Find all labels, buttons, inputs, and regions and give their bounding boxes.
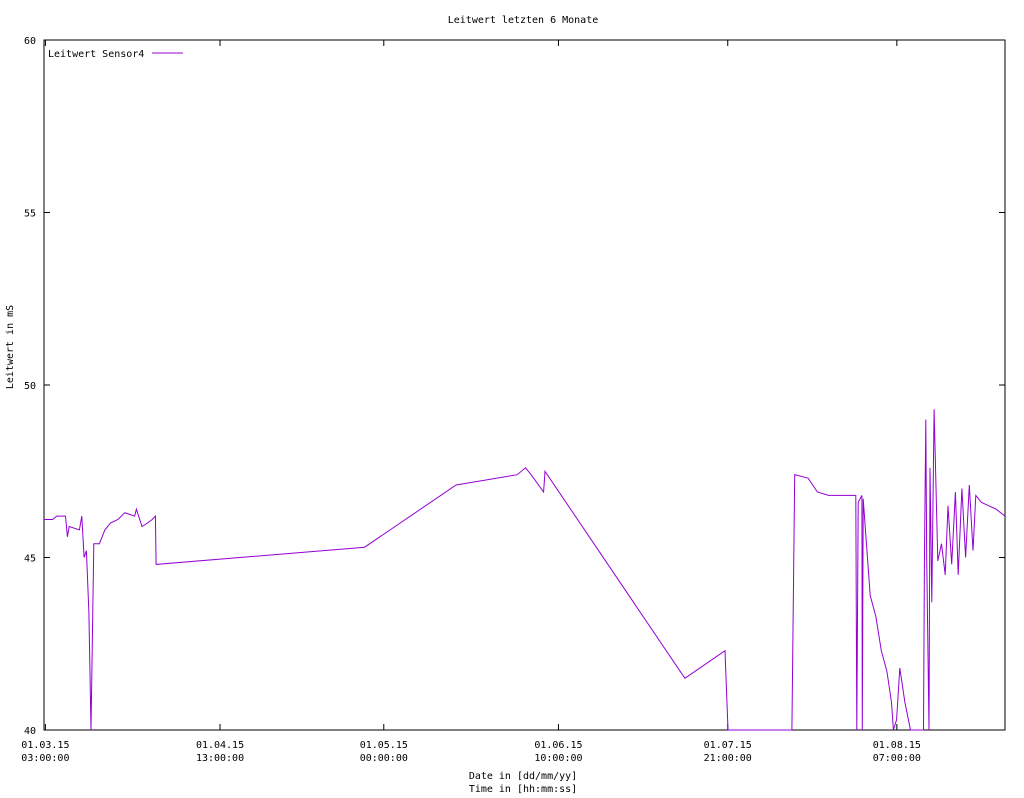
legend-label: Leitwert Sensor4 xyxy=(48,49,144,60)
x-tick-label-date: 01.03.15 xyxy=(21,740,69,751)
x-tick-label-time: 21:00:00 xyxy=(704,753,752,764)
x-axis-label-time: Time in [hh:mm:ss] xyxy=(469,784,577,795)
y-tick-label: 40 xyxy=(24,726,36,737)
y-tick-label: 55 xyxy=(24,209,36,220)
plot-border xyxy=(43,39,1006,731)
chart-svg: Leitwert letzten 6 Monate 40 45 50 55 60 01.0… xyxy=(5,15,1006,795)
x-axis-label-date: Date in [dd/mm/yy] xyxy=(469,771,577,782)
y-tick-label: 60 xyxy=(24,36,36,47)
series-line-leitwert-sensor4 xyxy=(44,409,1006,731)
x-tick-label-time: 00:00:00 xyxy=(360,753,408,764)
x-tick-label-date: 01.07.15 xyxy=(704,740,752,751)
x-tick-label-date: 01.05.15 xyxy=(360,740,408,751)
x-tick-label-time: 07:00:00 xyxy=(873,753,921,764)
x-tick-label-date: 01.06.15 xyxy=(534,740,582,751)
y-tick-label: 50 xyxy=(24,381,36,392)
x-tick-label-date: 01.08.15 xyxy=(873,740,921,751)
y-axis-label: Leitwert in mS xyxy=(5,305,16,389)
legend: Leitwert Sensor4 xyxy=(48,49,183,60)
x-tick-label-time: 13:00:00 xyxy=(196,753,244,764)
x-tick-label-date: 01.04.15 xyxy=(196,740,244,751)
x-tick-label-time: 10:00:00 xyxy=(534,753,582,764)
y-tick-label: 45 xyxy=(24,554,36,565)
chart-title: Leitwert letzten 6 Monate xyxy=(448,15,599,26)
x-tick-label-time: 03:00:00 xyxy=(21,753,69,764)
